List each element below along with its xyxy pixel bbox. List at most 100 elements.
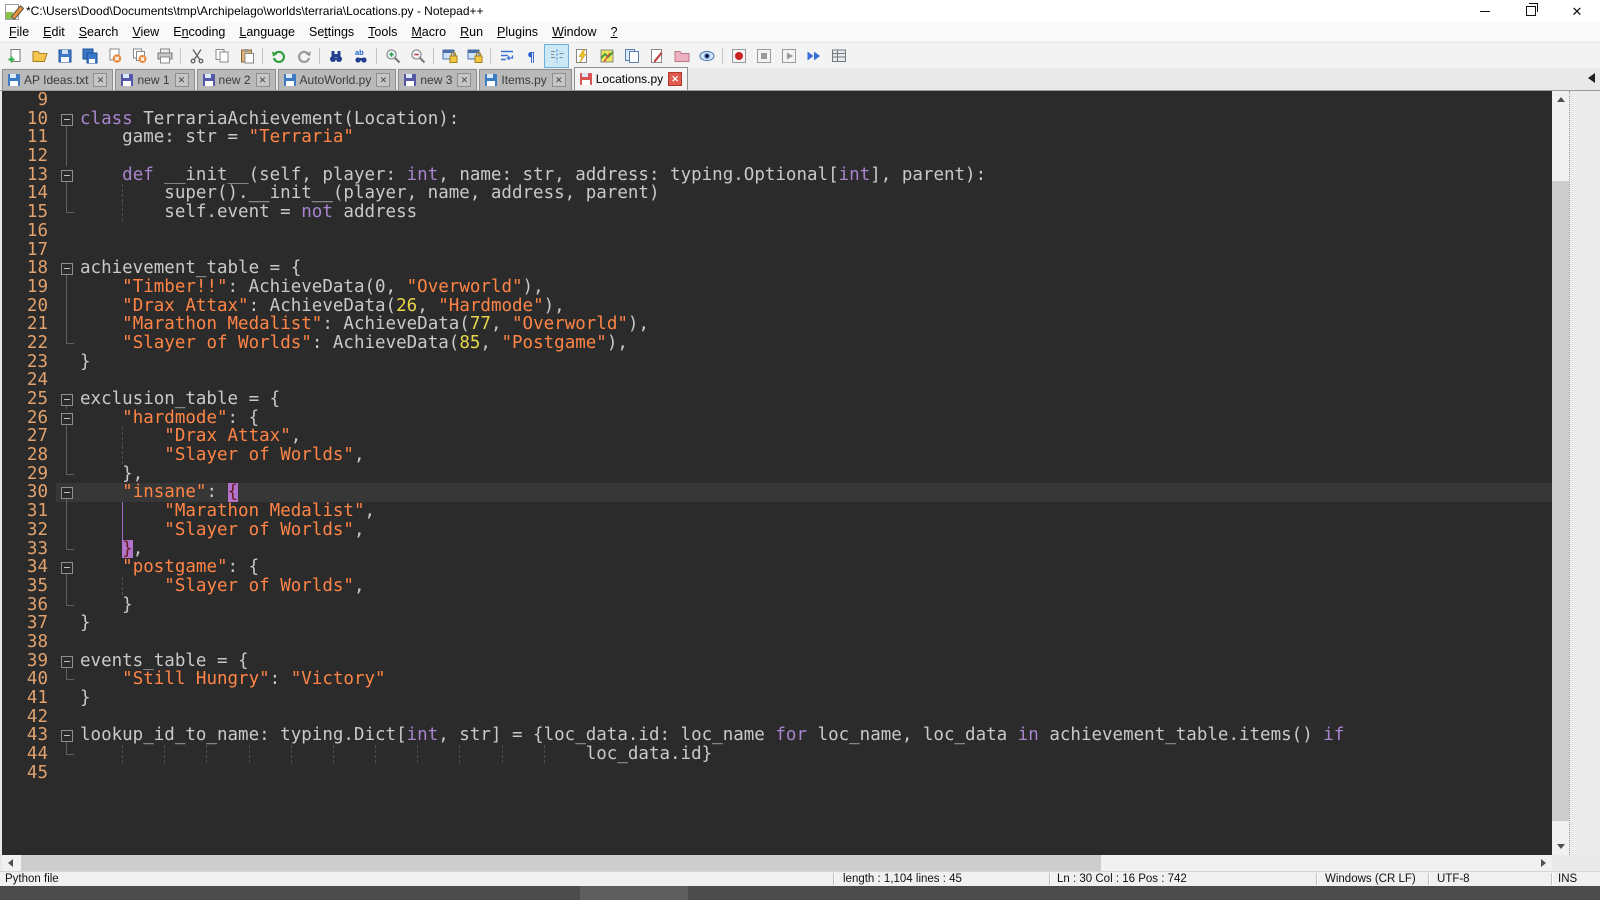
fold-margin[interactable] xyxy=(56,390,80,409)
code-text[interactable] xyxy=(80,241,1552,260)
code-line-23[interactable]: 23} xyxy=(2,353,1552,372)
fold-collapse-icon[interactable] xyxy=(61,487,73,499)
find-icon[interactable] xyxy=(323,44,348,68)
code-line-9[interactable]: 9 xyxy=(2,91,1552,110)
code-line-45[interactable]: 45 xyxy=(2,764,1552,783)
tab-ap-ideas-txt[interactable]: AP Ideas.txt✕ xyxy=(2,69,113,90)
scroll-right-arrow-icon[interactable] xyxy=(1535,855,1552,871)
cut-icon[interactable] xyxy=(184,44,209,68)
tab-new-3[interactable]: new 3✕ xyxy=(398,69,477,90)
fold-margin[interactable] xyxy=(56,652,80,671)
vertical-scrollbar[interactable] xyxy=(1552,91,1569,855)
code-line-11[interactable]: 11 game: str = "Terraria" xyxy=(2,128,1552,147)
tab-close-icon[interactable]: ✕ xyxy=(552,73,566,87)
code-line-26[interactable]: 26 "hardmode": { xyxy=(2,409,1552,428)
code-text[interactable]: "Drax Attax", xyxy=(80,427,1552,446)
fold-collapse-icon[interactable] xyxy=(61,263,73,275)
fold-margin[interactable] xyxy=(56,110,80,129)
close-icon[interactable] xyxy=(102,44,127,68)
tab-close-icon[interactable]: ✕ xyxy=(256,73,270,87)
code-line-31[interactable]: 31 "Marathon Medalist", xyxy=(2,502,1552,521)
file-monitoring-icon[interactable] xyxy=(694,44,719,68)
fold-collapse-icon[interactable] xyxy=(61,413,73,425)
code-line-32[interactable]: 32 "Slayer of Worlds", xyxy=(2,521,1552,540)
code-text[interactable]: } xyxy=(80,353,1552,372)
code-line-18[interactable]: 18achievement_table = { xyxy=(2,259,1552,278)
sync-horizontal-scroll-icon[interactable] xyxy=(462,44,487,68)
scroll-down-arrow-icon[interactable] xyxy=(1552,838,1569,855)
code-text[interactable]: }, xyxy=(80,465,1552,484)
menu-item--[interactable]: ? xyxy=(604,23,625,41)
tab-locations-py[interactable]: Locations.py✕ xyxy=(574,67,688,90)
horizontal-scrollbar[interactable] xyxy=(0,855,1600,871)
code-line-29[interactable]: 29 }, xyxy=(2,465,1552,484)
code-text[interactable]: "Still Hungry": "Victory" xyxy=(80,670,1552,689)
code-line-16[interactable]: 16 xyxy=(2,222,1552,241)
code-line-34[interactable]: 34 "postgame": { xyxy=(2,558,1552,577)
tab-close-icon[interactable]: ✕ xyxy=(457,73,471,87)
menu-item-search[interactable]: Search xyxy=(72,23,126,41)
code-text[interactable] xyxy=(80,633,1552,652)
zoom-in-icon[interactable] xyxy=(380,44,405,68)
fold-collapse-icon[interactable] xyxy=(61,562,73,574)
vertical-scrollbar-thumb[interactable] xyxy=(1552,181,1569,821)
tab-close-icon[interactable]: ✕ xyxy=(376,73,390,87)
code-text[interactable]: } xyxy=(80,689,1552,708)
macro-stop-icon[interactable] xyxy=(751,44,776,68)
code-line-37[interactable]: 37} xyxy=(2,614,1552,633)
column-mode-icon[interactable] xyxy=(644,44,669,68)
code-text[interactable]: self.event = not address xyxy=(80,203,1552,222)
sync-vertical-scroll-icon[interactable] xyxy=(437,44,462,68)
print-icon[interactable] xyxy=(152,44,177,68)
code-line-36[interactable]: 36 } xyxy=(2,596,1552,615)
tab-new-2[interactable]: new 2✕ xyxy=(197,69,276,90)
fold-collapse-icon[interactable] xyxy=(61,656,73,668)
code-line-38[interactable]: 38 xyxy=(2,633,1552,652)
word-wrap-icon[interactable] xyxy=(494,44,519,68)
macro-save-icon[interactable] xyxy=(826,44,851,68)
code-text[interactable]: achievement_table = { xyxy=(80,259,1552,278)
paste-icon[interactable] xyxy=(234,44,259,68)
menu-item-edit[interactable]: Edit xyxy=(36,23,72,41)
fold-margin[interactable] xyxy=(56,726,80,745)
menu-item-settings[interactable]: Settings xyxy=(302,23,361,41)
fold-margin[interactable] xyxy=(56,259,80,278)
horizontal-scrollbar-track[interactable] xyxy=(19,855,1535,871)
code-line-14[interactable]: 14 super().__init__(player, name, addres… xyxy=(2,184,1552,203)
code-line-43[interactable]: 43lookup_id_to_name: typing.Dict[int, st… xyxy=(2,726,1552,745)
menu-item-encoding[interactable]: Encoding xyxy=(166,23,232,41)
code-line-19[interactable]: 19 "Timber!!": AchieveData(0, "Overworld… xyxy=(2,278,1552,297)
zoom-out-icon[interactable] xyxy=(405,44,430,68)
code-text[interactable]: loc_data.id} xyxy=(80,745,1552,764)
code-text[interactable]: "postgame": { xyxy=(80,558,1552,577)
code-editor[interactable]: 910class TerrariaAchievement(Location):1… xyxy=(0,91,1552,855)
undo-icon[interactable] xyxy=(266,44,291,68)
folder-as-workspace-icon[interactable] xyxy=(669,44,694,68)
code-text[interactable]: exclusion_table = { xyxy=(80,390,1552,409)
code-line-25[interactable]: 25exclusion_table = { xyxy=(2,390,1552,409)
code-line-27[interactable]: 27 "Drax Attax", xyxy=(2,427,1552,446)
macro-run-multiple-icon[interactable] xyxy=(801,44,826,68)
code-text[interactable]: class TerrariaAchievement(Location): xyxy=(80,110,1552,129)
menu-item-tools[interactable]: Tools xyxy=(361,23,404,41)
tab-new-1[interactable]: new 1✕ xyxy=(115,69,194,90)
menu-item-macro[interactable]: Macro xyxy=(404,23,453,41)
code-text[interactable]: } xyxy=(80,614,1552,633)
fold-collapse-icon[interactable] xyxy=(61,170,73,182)
code-text[interactable]: game: str = "Terraria" xyxy=(80,128,1552,147)
horizontal-scrollbar-thumb[interactable] xyxy=(21,855,1101,871)
fold-margin[interactable] xyxy=(56,409,80,428)
code-line-22[interactable]: 22 "Slayer of Worlds": AchieveData(85, "… xyxy=(2,334,1552,353)
redo-icon[interactable] xyxy=(291,44,316,68)
restore-button[interactable] xyxy=(1508,0,1554,22)
code-line-41[interactable]: 41} xyxy=(2,689,1552,708)
show-all-characters-icon[interactable]: ¶ xyxy=(519,44,544,68)
menu-item-file[interactable]: File xyxy=(2,23,36,41)
code-line-42[interactable]: 42 xyxy=(2,708,1552,727)
fold-margin[interactable] xyxy=(56,558,80,577)
code-line-24[interactable]: 24 xyxy=(2,371,1552,390)
code-line-21[interactable]: 21 "Marathon Medalist": AchieveData(77, … xyxy=(2,315,1552,334)
show-indent-guide-icon[interactable] xyxy=(544,44,569,68)
code-text[interactable]: "Drax Attax": AchieveData(26, "Hardmode"… xyxy=(80,297,1552,316)
new-file-icon[interactable] xyxy=(2,44,27,68)
